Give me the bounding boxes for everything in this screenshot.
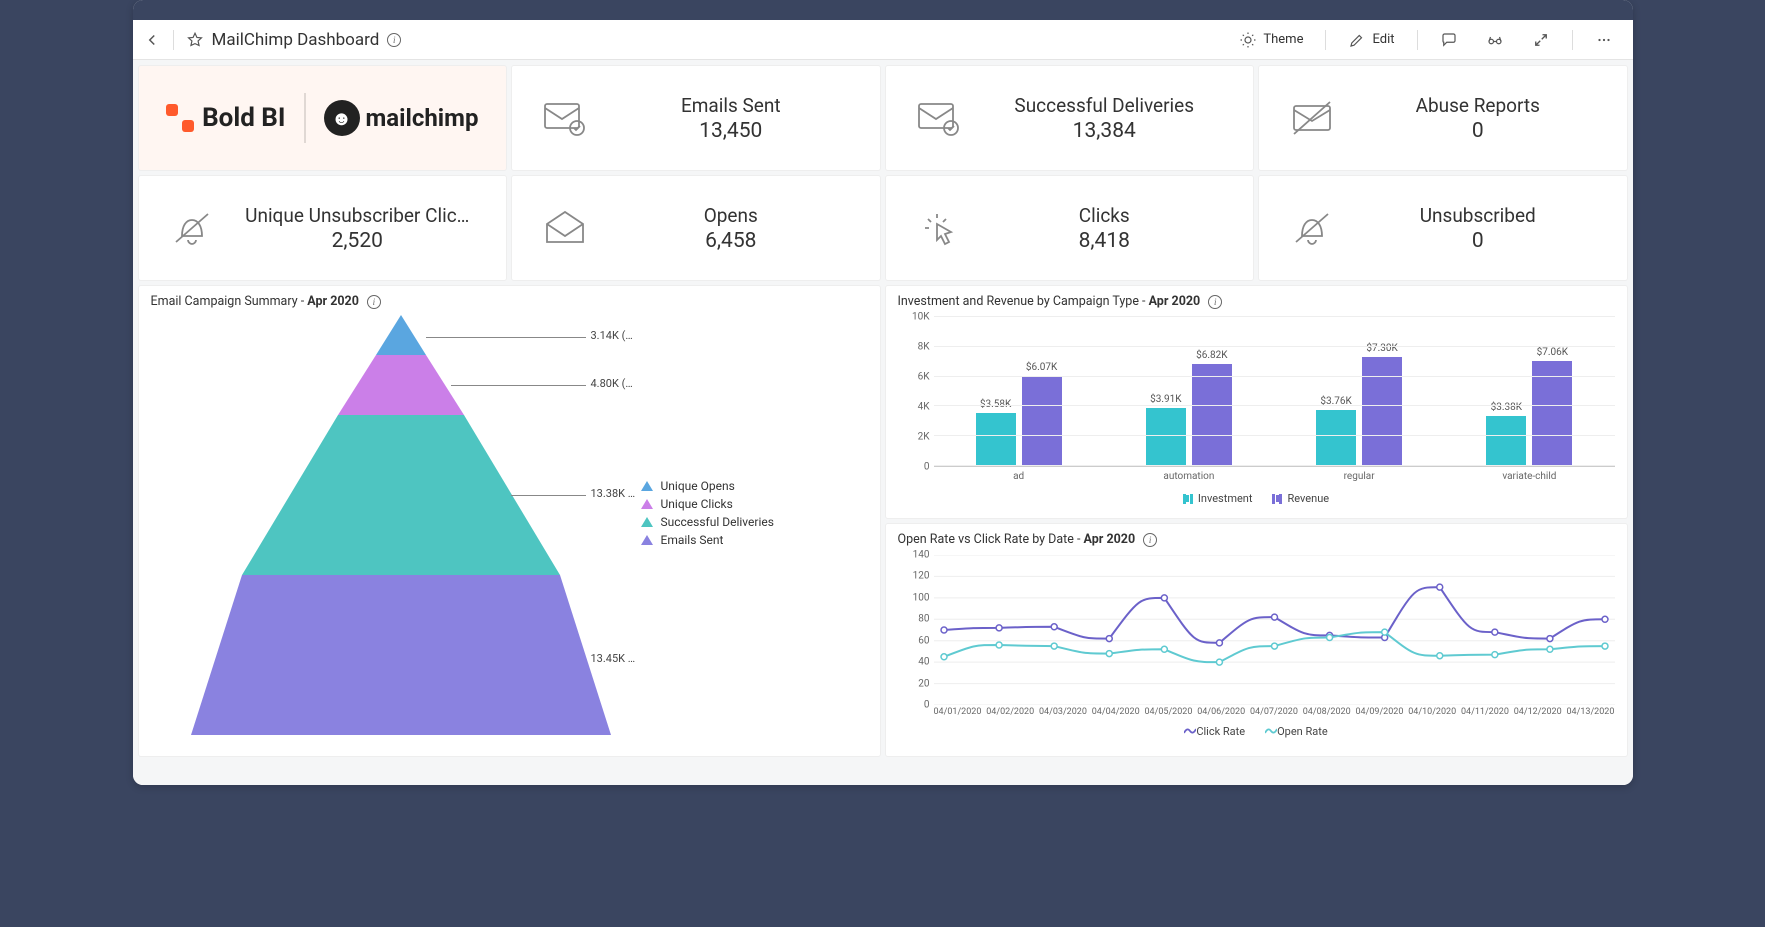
info-icon[interactable]: i — [1208, 295, 1222, 309]
mail-open-icon — [530, 204, 600, 252]
mail-check-icon — [904, 94, 974, 142]
window-chrome — [133, 0, 1633, 20]
expand-icon — [1532, 31, 1550, 49]
panel-title: Investment and Revenue by Campaign Type … — [898, 294, 1615, 309]
panel-title: Open Rate vs Click Rate by Date - Apr 20… — [898, 532, 1615, 547]
back-icon[interactable] — [143, 31, 161, 49]
pyramid-legend: Unique Opens Unique Clicks Successful De… — [641, 475, 774, 551]
panel-line: Open Rate vs Click Rate by Date - Apr 20… — [886, 524, 1627, 756]
click-icon — [904, 204, 974, 252]
kpi-abuse[interactable]: Abuse Reports0 — [1259, 66, 1627, 170]
page-title: MailChimp Dashboard — [212, 30, 380, 50]
kpi-emails-sent[interactable]: Emails Sent13,450 — [512, 66, 880, 170]
edit-button[interactable]: Edit — [1338, 27, 1404, 53]
panel-pyramid: Email Campaign Summary - Apr 2020i 3.14K… — [139, 286, 880, 756]
panel-title: Email Campaign Summary - Apr 2020i — [151, 294, 868, 309]
bell-slash-icon — [157, 204, 227, 252]
boldbi-logo: Bold BI — [166, 103, 285, 133]
toolbar: MailChimp Dashboard i Theme Edit — [133, 20, 1633, 60]
logo-card: Bold BI ☻mailchimp — [139, 66, 507, 170]
bar-chart[interactable]: 02K4K6K8K10K $3.58K$6.07K$3.91K$6.82K$3.… — [898, 317, 1615, 467]
pencil-icon — [1348, 31, 1366, 49]
more-icon — [1595, 31, 1613, 49]
mailchimp-logo: ☻mailchimp — [324, 100, 479, 136]
panel-bar: Investment and Revenue by Campaign Type … — [886, 286, 1627, 518]
app-window: MailChimp Dashboard i Theme Edit Bold BI… — [133, 0, 1633, 785]
kpi-clicks[interactable]: Clicks8,418 — [886, 176, 1254, 280]
glasses-icon — [1486, 31, 1504, 49]
info-icon[interactable]: i — [1143, 533, 1157, 547]
info-icon[interactable]: i — [367, 295, 381, 309]
comment-button[interactable] — [1430, 27, 1468, 53]
kpi-unsub-clicks[interactable]: Unique Unsubscriber Clic…2,520 — [139, 176, 507, 280]
kpi-opens[interactable]: Opens6,458 — [512, 176, 880, 280]
star-icon[interactable] — [186, 31, 204, 49]
line-legend: Click Rate Open Rate — [898, 725, 1615, 738]
more-button[interactable] — [1585, 27, 1623, 53]
fullscreen-button[interactable] — [1522, 27, 1560, 53]
dashboard-content: Bold BI ☻mailchimp Emails Sent13,450 Suc… — [133, 60, 1633, 785]
theme-icon — [1239, 31, 1257, 49]
mail-check-icon — [530, 94, 600, 142]
link-button[interactable] — [1476, 27, 1514, 53]
bell-slash-icon — [1277, 204, 1347, 252]
kpi-unsubscribed[interactable]: Unsubscribed0 — [1259, 176, 1627, 280]
bar-legend: Investment Revenue — [898, 492, 1615, 505]
kpi-grid: Bold BI ☻mailchimp Emails Sent13,450 Suc… — [139, 66, 1627, 280]
info-icon[interactable]: i — [387, 33, 401, 47]
pyramid-chart[interactable]: 3.14K (… 4.80K (… 13.38K … 13.45K … Uniq… — [151, 315, 868, 735]
theme-button[interactable]: Theme — [1229, 27, 1313, 53]
kpi-deliveries[interactable]: Successful Deliveries13,384 — [886, 66, 1254, 170]
mail-slash-icon — [1277, 94, 1347, 142]
line-chart[interactable]: 020406080100120140 — [898, 555, 1615, 705]
comment-icon — [1440, 31, 1458, 49]
